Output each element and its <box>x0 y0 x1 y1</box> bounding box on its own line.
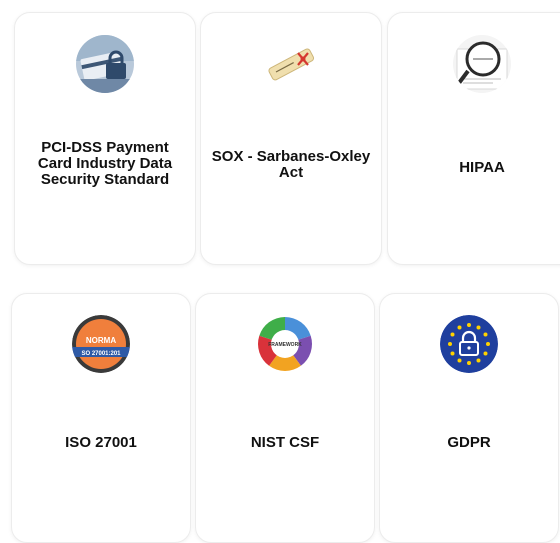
card-label: SOX - Sarbanes-Oxley Act <box>211 148 371 181</box>
card-label: GDPR <box>447 434 491 451</box>
magnifier-document-icon <box>453 35 511 93</box>
compliance-card-pci-dss[interactable]: PCI-DSS Payment Card Industry Data Secur… <box>14 12 196 265</box>
card-label: HIPAA <box>459 159 505 176</box>
iso-badge-text: NORMA <box>86 336 116 345</box>
iso-badge-code: SO 27001:201 <box>81 351 121 357</box>
eu-lock-icon <box>440 315 498 373</box>
framework-text: FRAMEWORK <box>268 342 302 348</box>
card-label: PCI-DSS Payment Card Industry Data Secur… <box>37 139 173 188</box>
compliance-card-iso-27001[interactable]: NORMA SO 27001:201 ISO 27001 <box>11 293 191 543</box>
compliance-card-sox[interactable]: SOX - Sarbanes-Oxley Act <box>200 12 382 265</box>
compliance-card-hipaa[interactable]: HIPAA <box>387 12 560 265</box>
compliance-card-nist-csf[interactable]: FRAMEWORK NIST CSF <box>195 293 375 543</box>
iso-badge-icon: NORMA SO 27001:201 <box>72 315 130 373</box>
credit-card-lock-icon <box>76 35 134 93</box>
framework-wheel-icon: FRAMEWORK <box>256 315 314 373</box>
card-label: ISO 27001 <box>65 434 137 451</box>
document-scroll-icon <box>262 35 320 93</box>
card-label: NIST CSF <box>250 434 320 451</box>
compliance-card-gdpr[interactable]: GDPR <box>379 293 559 543</box>
